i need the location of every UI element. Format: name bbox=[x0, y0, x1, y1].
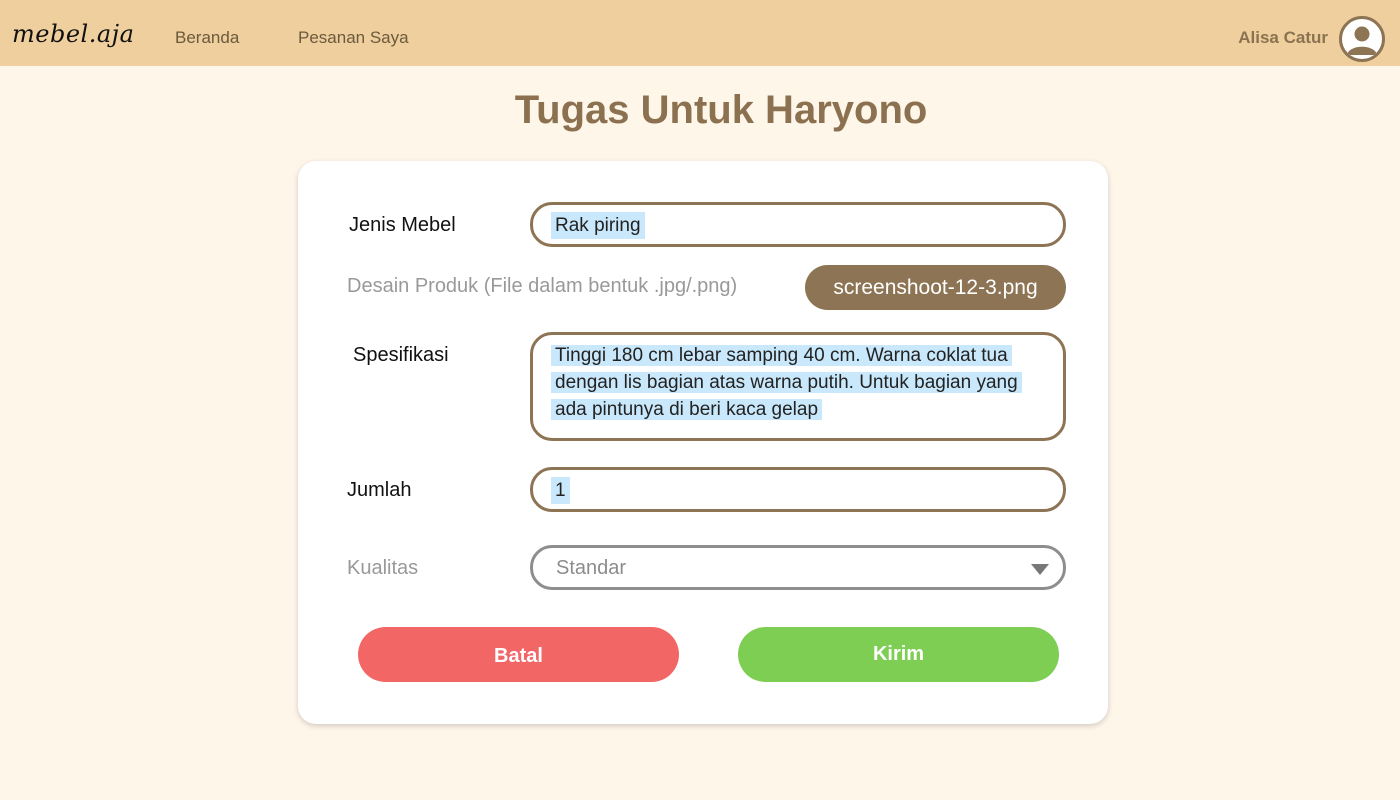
jenis-mebel-value: Rak piring bbox=[551, 212, 645, 239]
user-name: Alisa Catur bbox=[1238, 28, 1328, 47]
spesifikasi-textarea[interactable]: Tinggi 180 cm lebar samping 40 cm. Warna… bbox=[530, 332, 1066, 441]
jumlah-value: 1 bbox=[551, 477, 570, 504]
submit-button[interactable]: Kirim bbox=[738, 627, 1059, 682]
page-title: Tugas Untuk Haryono bbox=[514, 88, 928, 132]
kualitas-label: Kualitas bbox=[347, 557, 419, 579]
chevron-down-icon bbox=[1031, 564, 1049, 575]
kualitas-selected-value: Standar bbox=[556, 557, 627, 579]
jumlah-input[interactable]: 1 bbox=[530, 467, 1066, 512]
nav-link-beranda[interactable]: Beranda bbox=[175, 28, 239, 48]
user-avatar-icon[interactable] bbox=[1339, 16, 1385, 62]
spesifikasi-label: Spesifikasi bbox=[353, 344, 449, 366]
top-navbar: mebel.aja Beranda Pesanan Saya Alisa Cat… bbox=[0, 0, 1400, 66]
brand-logo[interactable]: mebel.aja bbox=[12, 20, 134, 48]
kualitas-select[interactable]: Standar bbox=[530, 545, 1066, 590]
design-file-upload-button[interactable]: screenshoot-12-3.png bbox=[805, 265, 1066, 310]
cancel-button[interactable]: Batal bbox=[358, 627, 679, 682]
nav-link-pesanan-saya[interactable]: Pesanan Saya bbox=[298, 28, 409, 48]
spesifikasi-value: Tinggi 180 cm lebar samping 40 cm. Warna… bbox=[551, 345, 1022, 420]
order-form-card: Jenis Mebel Rak piring Desain Produk (Fi… bbox=[298, 161, 1108, 724]
jenis-mebel-input[interactable]: Rak piring bbox=[530, 202, 1066, 247]
desain-produk-label: Desain Produk (File dalam bentuk .jpg/.p… bbox=[347, 275, 738, 297]
jumlah-label: Jumlah bbox=[347, 479, 412, 501]
jenis-mebel-label: Jenis Mebel bbox=[349, 214, 456, 236]
